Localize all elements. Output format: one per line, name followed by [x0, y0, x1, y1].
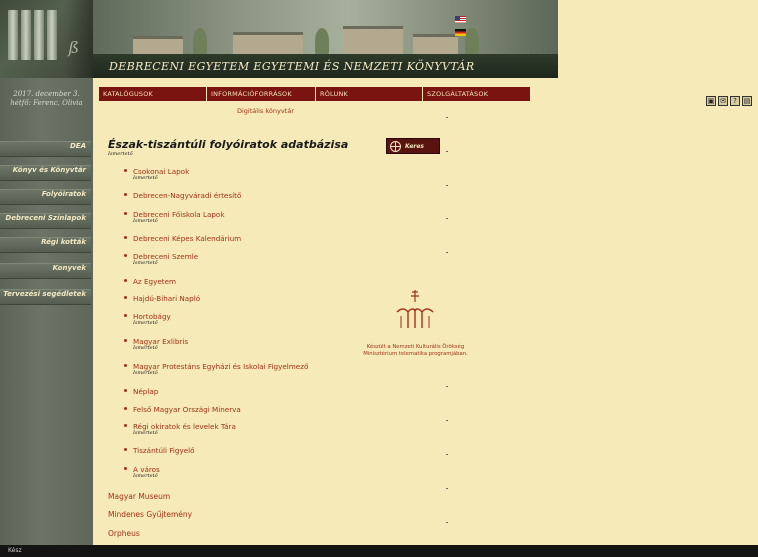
search-button[interactable]: Keres: [386, 138, 440, 154]
separator-dot: [446, 488, 448, 489]
description-link[interactable]: Ismertető: [133, 218, 158, 224]
top-nav-katalogusok[interactable]: KATALÓGUSOK: [99, 87, 207, 101]
book-spine-graphic: [47, 10, 57, 60]
book-spine-graphic: [34, 10, 44, 60]
book-spine-graphic: [21, 10, 31, 60]
tree-graphic: [193, 28, 207, 54]
search-button-label: Keres: [405, 142, 424, 150]
building-graphic: [233, 32, 303, 54]
library-logo[interactable]: ß: [0, 0, 93, 78]
bullet-icon: [124, 407, 127, 410]
journal-link[interactable]: Tiszántúli Figyelő: [133, 446, 195, 455]
logo-letter: ß: [68, 38, 79, 57]
left-nav-konyvek[interactable]: Konyvek: [0, 263, 91, 279]
journal-link[interactable]: Felső Magyar Országi Minerva: [133, 405, 241, 414]
bullet-icon: [124, 339, 127, 342]
description-link[interactable]: Ismertető: [133, 430, 158, 436]
crosshair-icon: [390, 140, 401, 152]
journal-link[interactable]: Hajdú-Bihari Napló: [133, 294, 200, 303]
flag-uk-icon[interactable]: [455, 16, 466, 23]
list-icon[interactable]: ▤: [742, 96, 752, 106]
journal-link[interactable]: Debrecen-Nagyváradi értesítő: [133, 191, 241, 200]
journal-link[interactable]: Debreceni Képes Kalendárium: [133, 234, 241, 243]
tree-graphic: [465, 28, 479, 54]
date-line: 2017. december 3.: [13, 90, 80, 98]
top-nav-rolunk[interactable]: RÓLUNK: [316, 87, 423, 101]
page-title: Észak-tiszántúli folyóiratok adatbázisa: [108, 138, 349, 151]
building-graphic: [133, 36, 183, 54]
bullet-icon: [124, 389, 127, 392]
separator-dot: [446, 252, 448, 253]
description-link[interactable]: Ismertető: [133, 175, 158, 181]
bullet-icon: [124, 236, 127, 239]
journal-link-magyar-museum[interactable]: Magyar Museum: [108, 492, 170, 501]
status-bar: Kész: [0, 545, 758, 557]
journal-link-orpheus[interactable]: Orpheus: [108, 529, 140, 538]
left-nav-dea[interactable]: DEA: [0, 141, 91, 157]
journal-link[interactable]: Néplap: [133, 387, 158, 396]
left-nav-regi-kottak[interactable]: Régi kották: [0, 237, 91, 253]
description-link[interactable]: Ismertető: [133, 345, 158, 351]
left-nav-folyoiratok[interactable]: Folyóiratok: [0, 189, 91, 205]
bullet-icon: [124, 364, 127, 367]
page-title-description-link[interactable]: Ismertető: [108, 151, 133, 157]
separator-dot: [446, 386, 448, 387]
top-nav-szolgaltatasok[interactable]: SZOLGÁLTATÁSOK: [423, 87, 530, 101]
description-link[interactable]: Ismertető: [133, 473, 158, 479]
description-link[interactable]: Ismertető: [133, 260, 158, 266]
bullet-icon: [124, 296, 127, 299]
journal-link[interactable]: Magyar Protestáns Egyházi és Iskolai Fig…: [133, 362, 308, 371]
ministry-emblem-icon: [396, 290, 434, 328]
email-icon[interactable]: ✉: [718, 96, 728, 106]
building-graphic: [343, 26, 403, 54]
separator-dot: [446, 454, 448, 455]
separator-dot: [446, 420, 448, 421]
caption-line: Minisztérium telematika programjában.: [363, 351, 468, 357]
separator-dot: [446, 218, 448, 219]
print-icon[interactable]: ▣: [706, 96, 716, 106]
left-nav-tervezesi-segedletek[interactable]: Tervezési segédletek: [0, 289, 91, 305]
bullet-icon: [124, 314, 127, 317]
bullet-icon: [124, 193, 127, 196]
date-display: 2017. december 3. hétfő: Ferenc, Olivia: [0, 90, 93, 108]
left-nav-debreceni-szinlapok[interactable]: Debreceni Színlapok: [0, 213, 91, 229]
bullet-icon: [124, 279, 127, 282]
book-spine-graphic: [8, 10, 18, 60]
journal-link[interactable]: Az Egyetem: [133, 277, 176, 286]
separator-dot: [446, 185, 448, 186]
description-link[interactable]: Ismertető: [133, 370, 158, 376]
sub-nav-digitalis-konyvtar[interactable]: Digitális könyvtár: [237, 107, 294, 115]
header-banner: Debreceni Egyetem Egyetemi és Nemzeti Kö…: [93, 0, 558, 78]
separator-dot: [446, 117, 448, 118]
tree-graphic: [315, 28, 329, 54]
nameday-line: hétfő: Ferenc, Olivia: [10, 99, 83, 107]
bullet-icon: [124, 212, 127, 215]
top-nav-informacioforrasok[interactable]: INFORMÁCIÓFORRÁSOK: [207, 87, 316, 101]
site-title[interactable]: Debreceni Egyetem Egyetemi és Nemzeti Kö…: [109, 60, 475, 73]
description-link[interactable]: Ismertető: [133, 320, 158, 326]
help-icon[interactable]: ?: [730, 96, 740, 106]
separator-dot: [446, 151, 448, 152]
flag-germany-icon[interactable]: [455, 29, 466, 36]
building-graphic: [413, 34, 458, 54]
caption-line: Készült a Nemzeti Kulturális Örökség: [366, 344, 465, 350]
bullet-icon: [124, 448, 127, 451]
top-nav: KATALÓGUSOK INFORMÁCIÓFORRÁSOK RÓLUNK SZ…: [99, 87, 530, 101]
left-column: ß 2017. december 3. hétfő: Ferenc, Olivi…: [0, 0, 93, 545]
bullet-icon: [124, 467, 127, 470]
toolbar-icons: ▣ ✉ ? ▤: [706, 96, 752, 106]
left-nav-konyv-es-konyvtar[interactable]: Könyv és Könyvtár: [0, 165, 91, 181]
bullet-icon: [124, 169, 127, 172]
bullet-icon: [124, 424, 127, 427]
ministry-caption: Készült a Nemzeti Kulturális Örökség Min…: [353, 344, 478, 358]
journal-link-mindenes-gyujtemeny[interactable]: Mindenes Gyűjtemény: [108, 510, 192, 519]
separator-dot: [446, 522, 448, 523]
bullet-icon: [124, 254, 127, 257]
